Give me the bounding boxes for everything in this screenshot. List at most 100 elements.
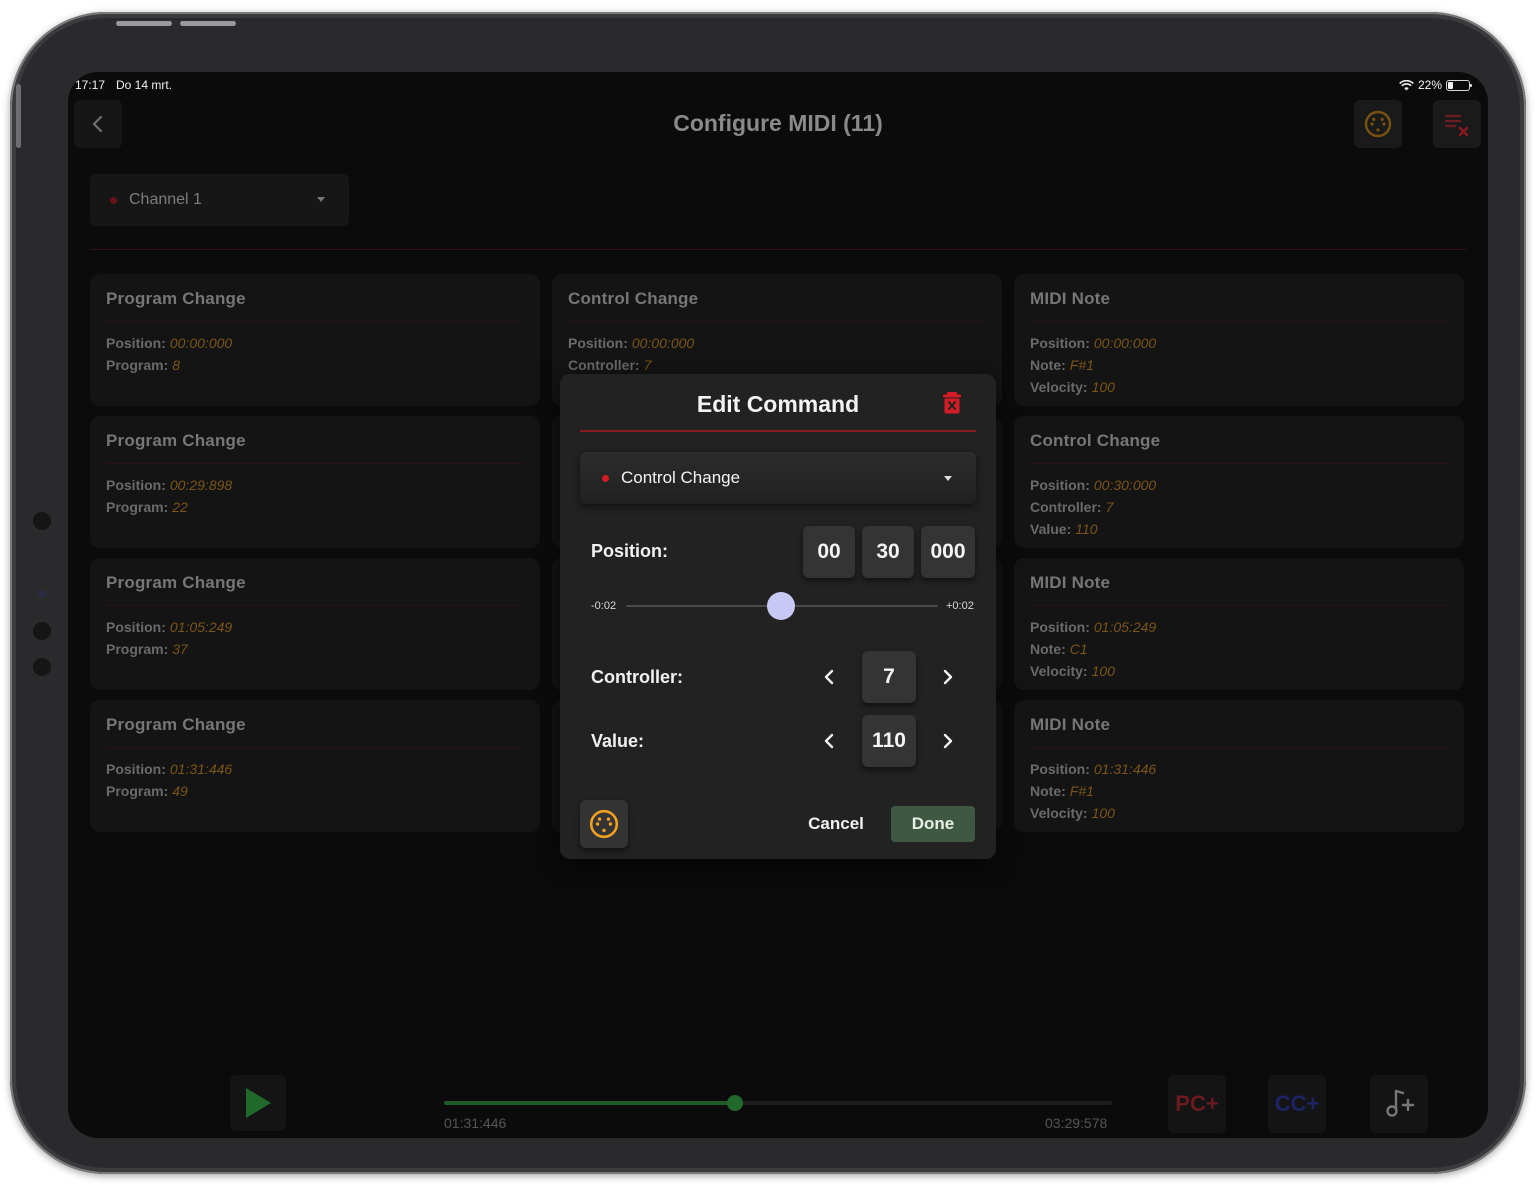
midi-device-button[interactable] <box>1354 100 1402 148</box>
edit-command-dialog: Edit Command Control Change Position: 00… <box>560 374 996 859</box>
card-row: Position: 00:29:898 <box>106 477 233 493</box>
card-row: Velocity: 100 <box>1030 379 1115 395</box>
caret-down-icon <box>944 476 952 481</box>
card-title: MIDI Note <box>1030 573 1111 592</box>
card-row: Value: 110 <box>1030 521 1098 537</box>
play-button[interactable] <box>230 1075 286 1131</box>
dialog-divider <box>580 430 976 432</box>
slider-max-label: +0:02 <box>946 600 974 612</box>
card-title: Program Change <box>106 715 246 734</box>
card-row: Note: F#1 <box>1030 783 1094 799</box>
value-label: Value: <box>591 731 645 751</box>
card-title: Control Change <box>1030 431 1161 450</box>
card-row: Position: 00:30:000 <box>1030 477 1157 493</box>
status-time: 17:17 <box>75 78 106 92</box>
card-row: Program: 8 <box>106 357 181 373</box>
card-row: Position: 01:05:249 <box>106 619 233 635</box>
camera-dot-3 <box>33 658 51 676</box>
midi-din-icon <box>1364 110 1392 138</box>
card-row: Velocity: 100 <box>1030 663 1115 679</box>
position-millis-field[interactable]: 000 <box>921 526 975 578</box>
card-row: Controller: 7 <box>568 357 652 373</box>
command-card[interactable]: Program Change Position: 01:31:446 Progra… <box>90 700 540 832</box>
chevron-right-icon <box>943 733 953 749</box>
trash-icon[interactable] <box>942 391 962 415</box>
clear-list-icon <box>1444 114 1469 137</box>
position-label: Position: <box>591 541 668 561</box>
position-minutes-field[interactable]: 00 <box>803 526 855 578</box>
card-title: Program Change <box>106 573 246 592</box>
chevron-left-icon <box>824 733 834 749</box>
value-decrement-button[interactable] <box>815 727 843 755</box>
card-row: Position: 00:00:000 <box>106 335 233 351</box>
card-title: Program Change <box>106 289 246 308</box>
command-card[interactable]: Program Change Position: 00:29:898 Progra… <box>90 416 540 548</box>
playback-slider[interactable] <box>444 1095 1112 1111</box>
side-button <box>16 84 21 148</box>
controller-label: Controller: <box>591 667 683 687</box>
midi-din-icon <box>589 809 619 839</box>
cancel-button[interactable]: Cancel <box>796 811 876 837</box>
card-row: Program: 37 <box>106 641 188 657</box>
volume-button-top-2 <box>180 21 236 26</box>
battery-percent: 22% <box>1417 78 1442 92</box>
add-control-change-button[interactable]: CC+ <box>1268 1075 1326 1133</box>
camera-dot-2 <box>33 622 51 640</box>
dialog-title: Edit Command <box>696 391 860 417</box>
status-bar: 17:17 Do 14 mrt. 22% <box>75 78 1472 94</box>
value-value[interactable]: 110 <box>862 715 916 767</box>
command-card[interactable]: Program Change Position: 00:00:000 Progra… <box>90 274 540 406</box>
app-screen: 17:17 Do 14 mrt. 22% Configure MIDI (11) <box>68 72 1488 1138</box>
value-increment-button[interactable] <box>934 727 962 755</box>
add-program-change-button[interactable]: PC+ <box>1168 1075 1226 1133</box>
done-button[interactable]: Done <box>891 806 975 842</box>
command-card[interactable]: MIDI Note Position: 01:31:446 Note: F#1 Ve… <box>1014 700 1464 832</box>
position-seconds-field[interactable]: 30 <box>862 526 914 578</box>
chevron-left-icon <box>824 669 834 685</box>
card-row: Position: 00:00:000 <box>568 335 695 351</box>
command-type-value: Control Change <box>621 468 741 487</box>
card-title: MIDI Note <box>1030 715 1111 734</box>
current-time: 01:31:446 <box>444 1115 507 1131</box>
card-row: Note: F#1 <box>1030 357 1094 373</box>
card-row: Program: 49 <box>106 783 188 799</box>
card-row: Note: C1 <box>1030 641 1088 657</box>
controller-value[interactable]: 7 <box>862 651 916 703</box>
add-note-button[interactable] <box>1370 1075 1428 1133</box>
divider <box>90 249 1466 250</box>
channel-select[interactable]: Channel 1 <box>90 174 349 226</box>
command-card[interactable]: MIDI Note Position: 01:05:249 Note: C1 Vel… <box>1014 558 1464 690</box>
playback-progress <box>444 1101 736 1105</box>
type-dot <box>602 474 609 482</box>
command-card[interactable]: Program Change Position: 01:05:249 Progra… <box>90 558 540 690</box>
card-row: Velocity: 100 <box>1030 805 1115 821</box>
volume-button-top <box>116 21 172 26</box>
card-row: Position: 01:31:446 <box>106 761 233 777</box>
ipad-frame: 17:17 Do 14 mrt. 22% Configure MIDI (11) <box>10 12 1526 1174</box>
add-note-icon <box>1386 1089 1415 1117</box>
command-card[interactable]: MIDI Note Position: 00:00:000 Note: F#1 Ve… <box>1014 274 1464 406</box>
total-time: 03:29:578 <box>1045 1115 1108 1131</box>
card-row: Program: 22 <box>106 499 188 515</box>
camera-lens <box>38 590 46 598</box>
slider-thumb[interactable] <box>767 592 795 620</box>
card-row: Position: 00:00:000 <box>1030 335 1157 351</box>
camera-dot <box>33 512 51 530</box>
status-right: 22% <box>1399 78 1472 92</box>
command-type-select[interactable]: Control Change <box>580 452 976 504</box>
battery-icon <box>1446 79 1472 91</box>
channel-select-value: Channel 1 <box>129 191 202 208</box>
controller-increment-button[interactable] <box>934 663 962 691</box>
controller-decrement-button[interactable] <box>815 663 843 691</box>
card-row: Position: 01:05:249 <box>1030 619 1157 635</box>
playback-thumb[interactable] <box>727 1095 744 1111</box>
channel-dot <box>110 196 117 204</box>
status-date: Do 14 mrt. <box>116 78 173 92</box>
command-card[interactable]: Control Change Position: 00:30:000 Contro… <box>1014 416 1464 548</box>
play-icon <box>246 1088 271 1118</box>
page-title: Configure MIDI (11) <box>673 110 883 136</box>
midi-output-button[interactable] <box>580 800 628 848</box>
clear-commands-button[interactable] <box>1433 100 1481 148</box>
wifi-icon <box>1399 79 1414 90</box>
card-title: Control Change <box>568 289 699 308</box>
